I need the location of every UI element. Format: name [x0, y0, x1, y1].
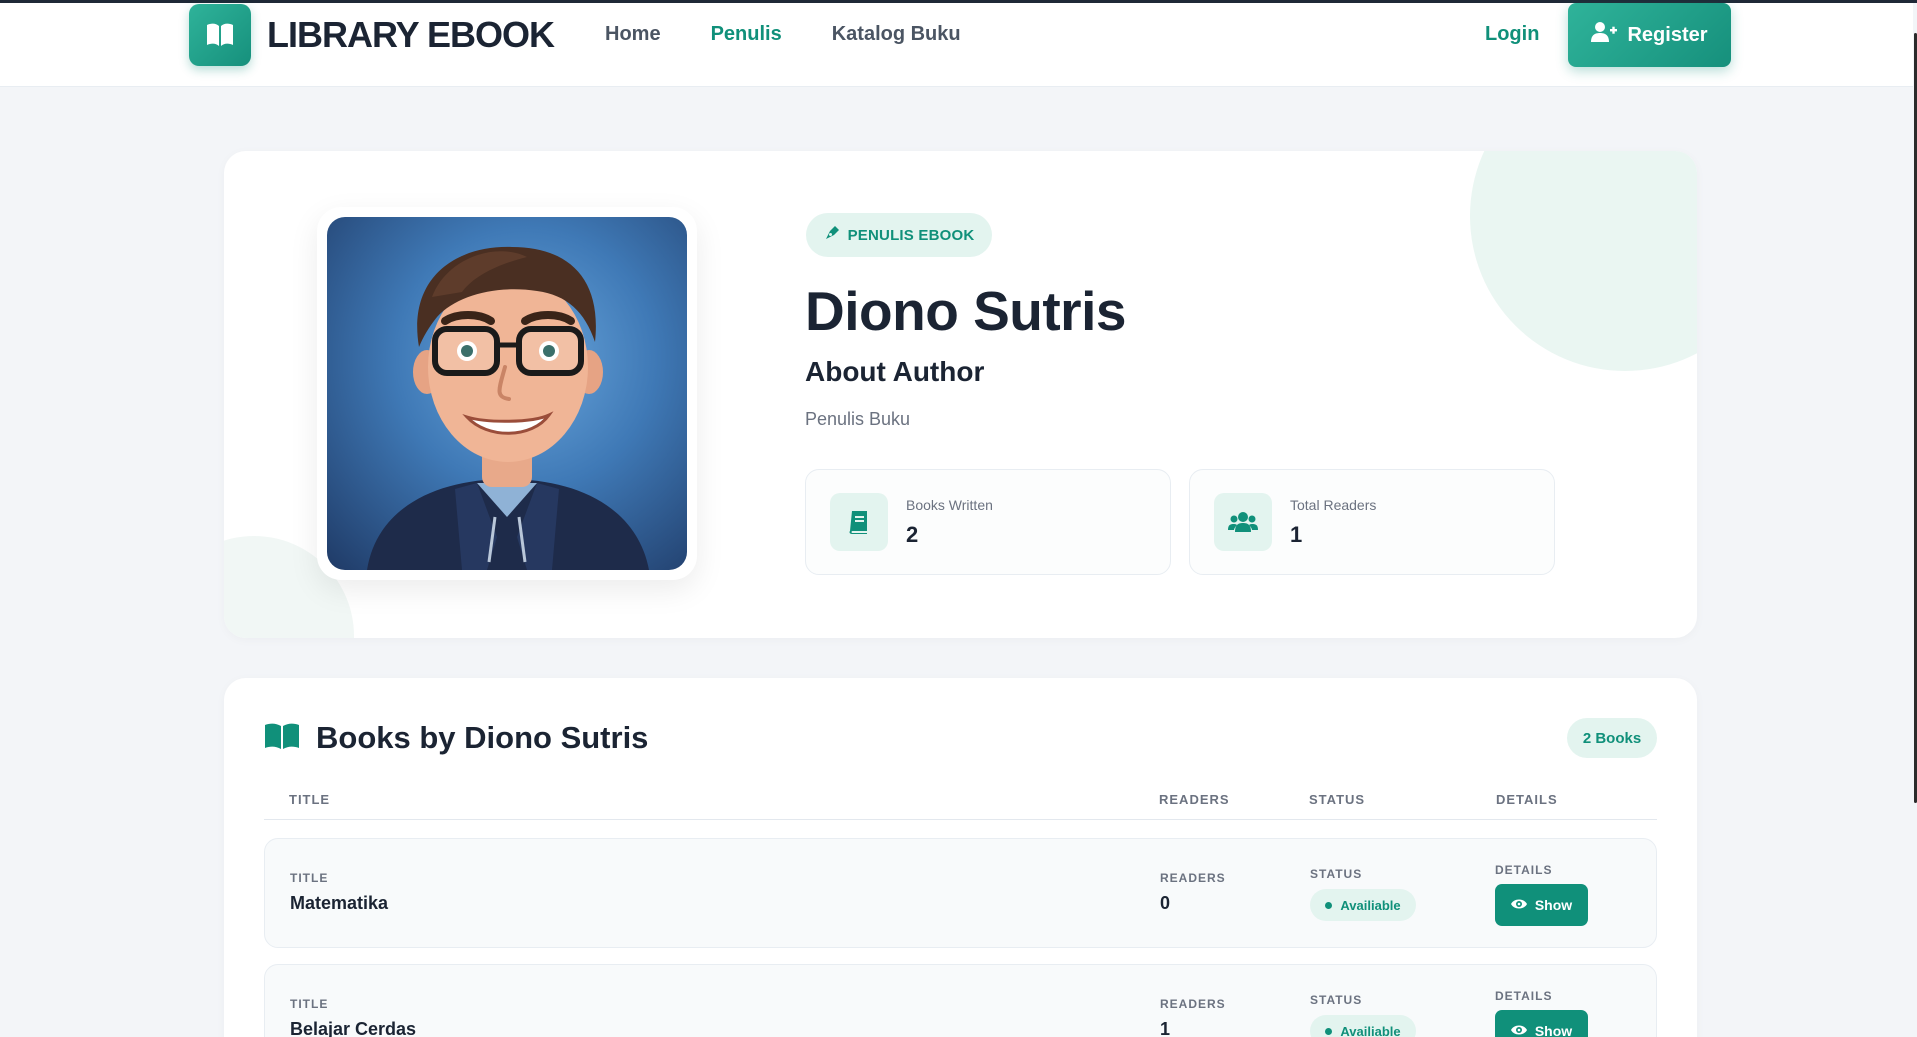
status-label: Availiable	[1340, 897, 1401, 913]
book-icon	[830, 493, 888, 551]
scrollbar[interactable]	[1913, 3, 1917, 1037]
status-badge: Availiable	[1310, 1015, 1416, 1037]
status-label: Availiable	[1340, 1023, 1401, 1037]
column-header-status: STATUS	[1309, 792, 1366, 807]
author-avatar-frame	[317, 207, 697, 580]
column-header-readers: READERS	[1159, 792, 1230, 807]
eye-icon	[1510, 897, 1527, 913]
row-label-status: STATUS	[1310, 867, 1363, 881]
author-bio: Penulis Buku	[805, 409, 911, 429]
table-row: TITLE Matematika READERS 0 STATUS Availi…	[264, 838, 1657, 948]
login-link[interactable]: Login	[1485, 23, 1539, 46]
nav-link-home[interactable]: Home	[605, 23, 661, 46]
row-label-details: DETAILS	[1495, 863, 1553, 877]
users-icon	[1214, 493, 1272, 551]
stat-label: Books Written	[906, 497, 993, 513]
register-label: Register	[1627, 23, 1708, 46]
table-header: TITLE READERS STATUS DETAILS	[264, 780, 1657, 820]
user-plus-icon	[1591, 21, 1618, 49]
nav-links: Home Penulis Katalog Buku	[605, 23, 961, 46]
show-button[interactable]: Show	[1495, 884, 1588, 926]
author-name: Diono Sutris	[805, 280, 1126, 342]
books-heading-row: Books by Diono Sutris	[264, 720, 648, 756]
row-label-details: DETAILS	[1495, 989, 1553, 1003]
show-button-label: Show	[1534, 1023, 1573, 1037]
stat-value: 2	[906, 522, 919, 547]
column-header-title: TITLE	[289, 792, 331, 807]
navbar: LIBRARY EBOOK Home Penulis Katalog Buku …	[0, 3, 1913, 87]
brand-name: LIBRARY EBOOK	[267, 14, 555, 55]
column-header-details: DETAILS	[1496, 792, 1558, 807]
show-button-label: Show	[1534, 897, 1573, 913]
role-badge: PENULIS EBOOK	[806, 213, 992, 257]
open-book-icon	[189, 4, 251, 66]
stat-label: Total Readers	[1290, 497, 1377, 513]
stat-value: 1	[1290, 522, 1303, 547]
row-label-readers: READERS	[1160, 997, 1226, 1011]
decorative-circle	[1470, 151, 1697, 371]
row-label-title: TITLE	[290, 997, 329, 1011]
book-title: Matematika	[290, 893, 389, 913]
table-row: TITLE Belajar Cerdas READERS 1 STATUS Av…	[264, 964, 1657, 1037]
book-readers: 0	[1160, 893, 1171, 913]
stat-card-total-readers: Total Readers 1	[1189, 469, 1555, 575]
role-badge-label: PENULIS EBOOK	[847, 226, 975, 244]
nav-link-penulis[interactable]: Penulis	[711, 23, 782, 46]
status-dot-icon	[1325, 1027, 1333, 1035]
row-label-readers: READERS	[1160, 871, 1226, 885]
stat-card-books-written: Books Written 2	[805, 469, 1171, 575]
books-heading: Books by Diono Sutris	[316, 720, 649, 755]
books-count-badge: 2 Books	[1567, 718, 1657, 758]
author-avatar	[327, 217, 687, 570]
row-label-status: STATUS	[1310, 993, 1363, 1007]
book-title: Belajar Cerdas	[290, 1019, 417, 1037]
author-profile-card: PENULIS EBOOK Diono Sutris About Author …	[224, 151, 1697, 638]
pen-nib-icon	[824, 225, 840, 245]
status-badge: Availiable	[1310, 889, 1416, 921]
nav-link-katalog-buku[interactable]: Katalog Buku	[832, 23, 961, 46]
eye-icon	[1510, 1023, 1527, 1037]
brand[interactable]: LIBRARY EBOOK	[189, 3, 555, 67]
book-readers: 1	[1160, 1019, 1171, 1037]
books-list-card: Books by Diono Sutris 2 Books TITLE READ…	[224, 678, 1697, 1037]
status-dot-icon	[1325, 901, 1333, 909]
register-button[interactable]: Register	[1568, 3, 1731, 67]
about-heading: About Author	[805, 356, 985, 387]
open-book-icon	[264, 722, 300, 755]
row-label-title: TITLE	[290, 871, 329, 885]
show-button[interactable]: Show	[1495, 1010, 1588, 1037]
